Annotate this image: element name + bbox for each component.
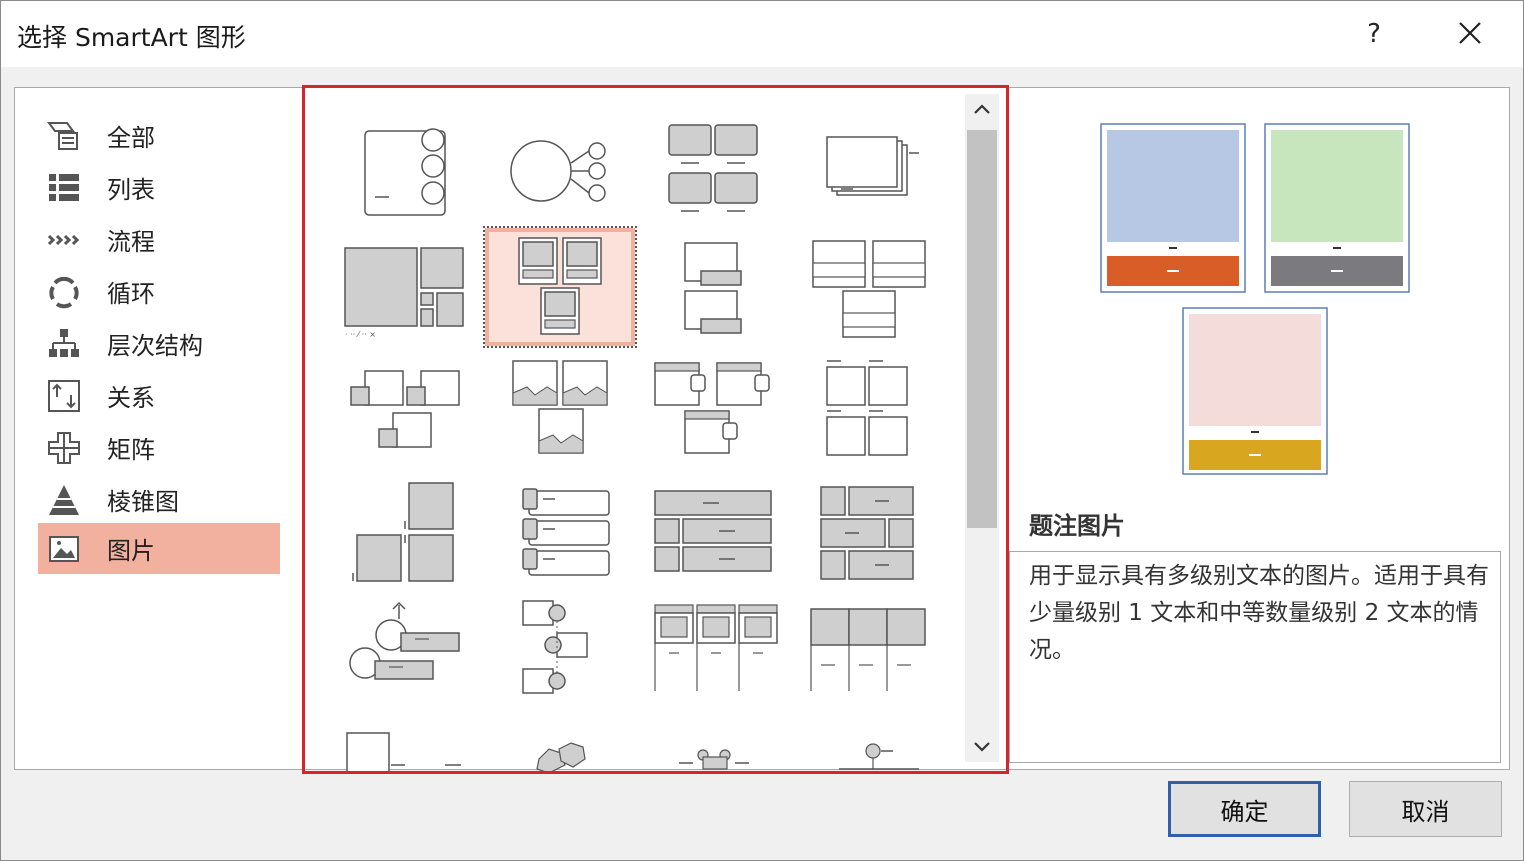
category-label: 流程	[107, 228, 155, 256]
list-icon	[46, 170, 82, 206]
category-label: 全部	[107, 124, 155, 152]
layout-thumbnail[interactable]: · ·· ⁄ ·· ×	[335, 233, 485, 348]
chevron-up-icon	[974, 104, 990, 114]
picture-icon	[46, 531, 82, 567]
close-button[interactable]	[1447, 11, 1493, 57]
scroll-up-button[interactable]	[965, 94, 999, 126]
help-button[interactable]: ?	[1351, 11, 1397, 57]
close-icon	[1459, 22, 1481, 44]
layout-thumbnail[interactable]	[797, 113, 947, 228]
gallery-scrollbar[interactable]	[965, 94, 999, 762]
layout-thumbnail[interactable]	[489, 593, 639, 708]
cycle-icon	[46, 274, 82, 310]
layout-thumbnail[interactable]	[489, 353, 639, 468]
title-bar: 选择 SmartArt 图形 ?	[1, 1, 1523, 67]
layout-thumbnail[interactable]	[489, 113, 639, 228]
category-label: 关系	[107, 384, 155, 412]
layout-thumbnail[interactable]	[489, 473, 639, 588]
category-relationship[interactable]: 关系	[38, 370, 280, 421]
layout-thumbnail[interactable]	[643, 113, 793, 228]
layout-thumbnail[interactable]	[643, 593, 793, 708]
category-label: 棱锥图	[107, 488, 179, 516]
category-label: 列表	[107, 176, 155, 204]
layout-thumbnail[interactable]	[797, 353, 947, 468]
smartart-dialog: 选择 SmartArt 图形 ? 全部 列表 流程 循环 层次结构 关系 矩阵 …	[0, 0, 1524, 861]
relationship-icon	[46, 378, 82, 414]
all-icon	[46, 118, 82, 154]
layout-thumbnail[interactable]	[335, 113, 485, 228]
category-label: 层次结构	[107, 332, 203, 360]
category-list: 全部 列表 流程 循环 层次结构 关系 矩阵 棱锥图 图片	[15, 88, 300, 769]
layout-thumbnail[interactable]	[797, 473, 947, 588]
layout-thumbnails: · ·· ⁄ ·· ×	[305, 88, 965, 771]
layout-preview-image	[1100, 123, 1410, 475]
layout-thumbnail[interactable]	[489, 713, 639, 771]
hierarchy-icon	[46, 326, 82, 362]
cancel-button[interactable]: 取消	[1349, 781, 1502, 837]
svg-text:· ·· ⁄ ·· ×: · ·· ⁄ ·· ×	[345, 330, 376, 339]
layout-thumbnail-selected[interactable]	[483, 226, 637, 348]
layout-thumbnail[interactable]	[643, 473, 793, 588]
layout-thumbnail[interactable]	[643, 353, 793, 468]
category-hierarchy[interactable]: 层次结构	[38, 318, 280, 369]
layout-gallery: · ·· ⁄ ·· ×	[302, 85, 1009, 774]
layout-thumbnail[interactable]	[335, 593, 485, 708]
preview-pane: 题注图片 用于显示具有多级别文本的图片。适用于具有少量级别 1 文本和中等数量级…	[1009, 88, 1509, 769]
category-cycle[interactable]: 循环	[38, 266, 280, 317]
category-process[interactable]: 流程	[38, 214, 280, 265]
category-list-item[interactable]: 列表	[38, 162, 280, 213]
scrollbar-thumb[interactable]	[967, 130, 997, 528]
layout-description: 用于显示具有多级别文本的图片。适用于具有少量级别 1 文本和中等数量级别 2 文…	[1029, 563, 1489, 663]
dialog-title: 选择 SmartArt 图形	[17, 23, 246, 52]
layout-thumbnail[interactable]	[643, 713, 793, 771]
category-label: 图片	[107, 537, 155, 565]
dialog-content: 全部 列表 流程 循环 层次结构 关系 矩阵 棱锥图 图片 · ·· ⁄ ·· …	[14, 85, 1510, 774]
category-label: 循环	[107, 280, 155, 308]
layout-name: 题注图片	[1029, 512, 1125, 540]
layout-thumbnail[interactable]	[797, 713, 947, 771]
layout-thumbnail[interactable]	[335, 713, 485, 771]
chevron-down-icon	[974, 742, 990, 752]
pyramid-icon	[46, 482, 82, 518]
layout-thumbnail[interactable]	[643, 233, 793, 348]
category-matrix[interactable]: 矩阵	[38, 422, 280, 473]
layout-thumbnail[interactable]	[797, 593, 947, 708]
category-pyramid[interactable]: 棱锥图	[38, 474, 280, 525]
category-picture[interactable]: 图片	[38, 523, 280, 574]
layout-description-box: 用于显示具有多级别文本的图片。适用于具有少量级别 1 文本和中等数量级别 2 文…	[1009, 551, 1501, 763]
layout-thumbnail[interactable]	[335, 353, 485, 468]
ok-button[interactable]: 确定	[1168, 781, 1321, 837]
matrix-icon	[46, 430, 82, 466]
scroll-down-button[interactable]	[965, 730, 999, 762]
layout-thumbnail[interactable]	[797, 233, 947, 348]
category-all[interactable]: 全部	[38, 110, 280, 161]
process-icon	[46, 222, 82, 258]
category-label: 矩阵	[107, 436, 155, 464]
layout-thumbnail[interactable]	[335, 473, 485, 588]
